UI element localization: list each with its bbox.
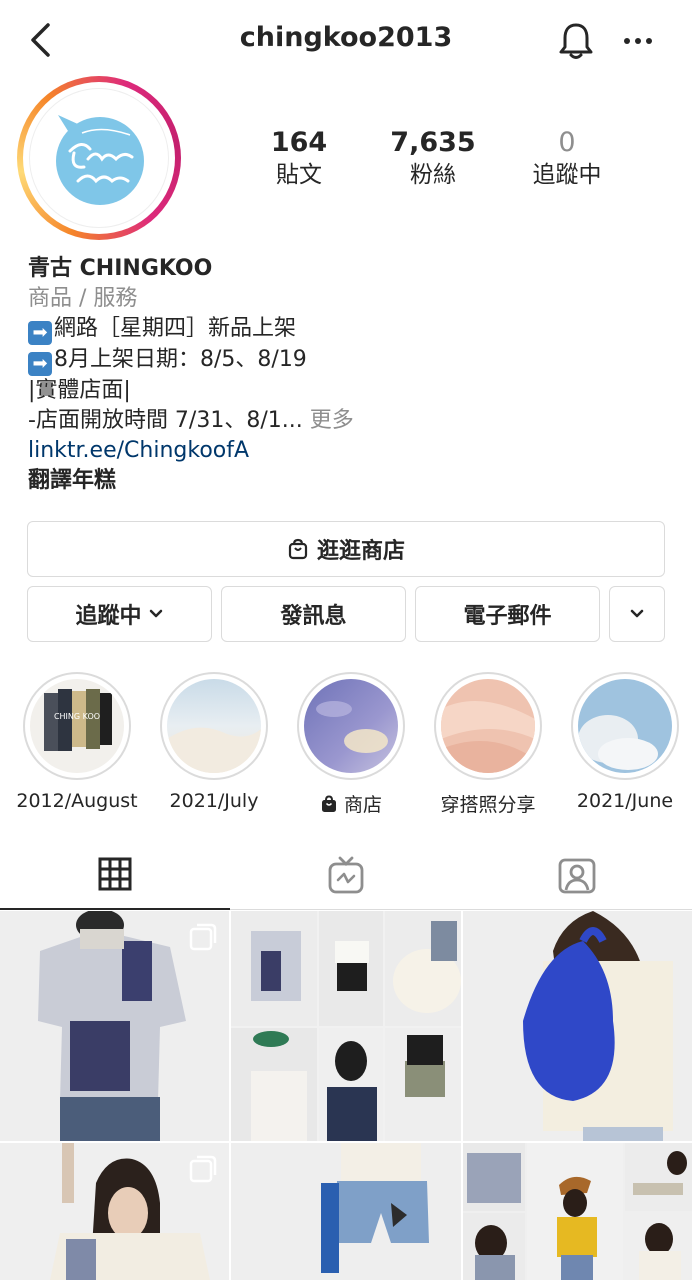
chingkoo-logo	[56, 115, 144, 205]
tab-tagged[interactable]	[462, 840, 692, 910]
grid-icon	[98, 857, 132, 891]
highlight-cover	[441, 679, 535, 773]
highlight-shop[interactable]: 商店	[281, 672, 421, 817]
post-thumbnail[interactable]	[0, 911, 229, 1141]
igtv-icon	[328, 856, 364, 894]
highlight-cover	[304, 679, 398, 773]
post-thumbnail[interactable]	[231, 1143, 461, 1280]
account-category: 商品 / 服務	[28, 286, 138, 311]
stat-following[interactable]: 0 追蹤中	[500, 126, 634, 196]
tab-posts-grid[interactable]	[0, 840, 230, 910]
stat-followers-label: 粉絲	[410, 162, 456, 188]
right-arrow-icon: ➡	[28, 352, 52, 376]
stat-following-count: 0	[558, 127, 576, 158]
carousel-icon	[189, 923, 217, 951]
following-button[interactable]: 追蹤中	[27, 586, 212, 642]
profile-stats: 164 貼文 7,635 粉絲 0 追蹤中	[232, 126, 672, 196]
notifications-button[interactable]	[556, 20, 596, 62]
highlight-cover: CHING KOO	[30, 679, 124, 773]
posts-grid	[0, 911, 692, 1280]
message-label: 發訊息	[280, 604, 347, 629]
view-shop-button[interactable]: 逛逛商店	[27, 521, 665, 577]
highlight-2021-june[interactable]: 2021/June	[555, 672, 692, 812]
tagged-user-icon	[558, 858, 596, 894]
highlight-cover	[578, 679, 672, 773]
bio-line-3: |實體店面|	[28, 378, 131, 403]
highlight-label: 2021/July	[169, 790, 259, 812]
email-label: 電子郵件	[463, 604, 552, 629]
email-button[interactable]: 電子郵件	[415, 586, 600, 642]
stat-following-label: 追蹤中	[532, 162, 602, 188]
profile-bio: 青古 CHINGKOO 商品 / 服務 ➡ 網路［星期四］新品上架 ➡ 8月上架日期…	[28, 254, 668, 496]
shopping-bag-icon	[288, 538, 308, 560]
highlight-cover	[167, 679, 261, 773]
highlight-label: 商店	[281, 790, 421, 817]
post-thumbnail[interactable]	[463, 911, 692, 1141]
post-thumbnail[interactable]	[231, 911, 461, 1141]
following-label: 追蹤中	[75, 604, 142, 629]
tab-igtv[interactable]	[231, 840, 461, 910]
avatar-logo	[29, 88, 169, 228]
profile-avatar[interactable]	[17, 76, 181, 240]
stat-posts-label: 貼文	[276, 162, 322, 188]
svg-text:CHING KOO: CHING KOO	[54, 712, 100, 721]
highlight-2021-july[interactable]: 2021/July	[144, 672, 284, 812]
top-bar: chingkoo2013	[0, 0, 692, 82]
stat-posts-count: 164	[270, 127, 328, 158]
carousel-icon	[189, 1155, 217, 1183]
bio-website-link[interactable]: linktr.ee/ChingkoofA	[28, 436, 668, 466]
shopping-bag-icon	[321, 795, 336, 812]
more-horizontal-icon	[624, 38, 652, 44]
bell-icon	[559, 23, 593, 59]
right-arrow-icon: ➡	[28, 321, 52, 345]
stat-posts[interactable]: 164 貼文	[232, 126, 366, 196]
chevron-down-icon	[630, 609, 644, 618]
profile-tabs	[0, 840, 692, 910]
highlight-outfit-share[interactable]: 穿搭照分享	[418, 672, 558, 817]
bio-line-4: -店面開放時間 7/31、8/1... 更多	[28, 408, 354, 433]
suggested-accounts-button[interactable]	[609, 586, 665, 642]
highlight-2012-august[interactable]: CHING KOO 2012/August	[7, 672, 147, 812]
post-thumbnail[interactable]	[0, 1143, 229, 1280]
stat-followers[interactable]: 7,635 粉絲	[366, 126, 500, 196]
translate-link[interactable]: 翻譯年糕	[28, 466, 668, 496]
display-name: 青古 CHINGKOO	[28, 256, 213, 281]
stat-followers-count: 7,635	[390, 127, 476, 158]
highlight-label: 2012/August	[16, 790, 138, 812]
highlight-label: 2021/June	[576, 790, 674, 812]
chevron-down-icon	[149, 609, 162, 618]
message-button[interactable]: 發訊息	[221, 586, 406, 642]
more-options-button[interactable]	[620, 26, 656, 56]
bio-line-1: ➡ 網路［星期四］新品上架	[28, 314, 668, 345]
post-thumbnail[interactable]	[463, 1143, 692, 1280]
bio-line-2: ➡ 8月上架日期：8/5、8/19	[28, 345, 668, 376]
story-highlights: CHING KOO 2012/August 2021/July 商店 穿搭照分享…	[0, 672, 692, 822]
view-shop-label: 逛逛商店	[316, 539, 405, 564]
highlight-label: 穿搭照分享	[440, 794, 536, 816]
bio-more-link[interactable]: 更多	[310, 408, 354, 433]
